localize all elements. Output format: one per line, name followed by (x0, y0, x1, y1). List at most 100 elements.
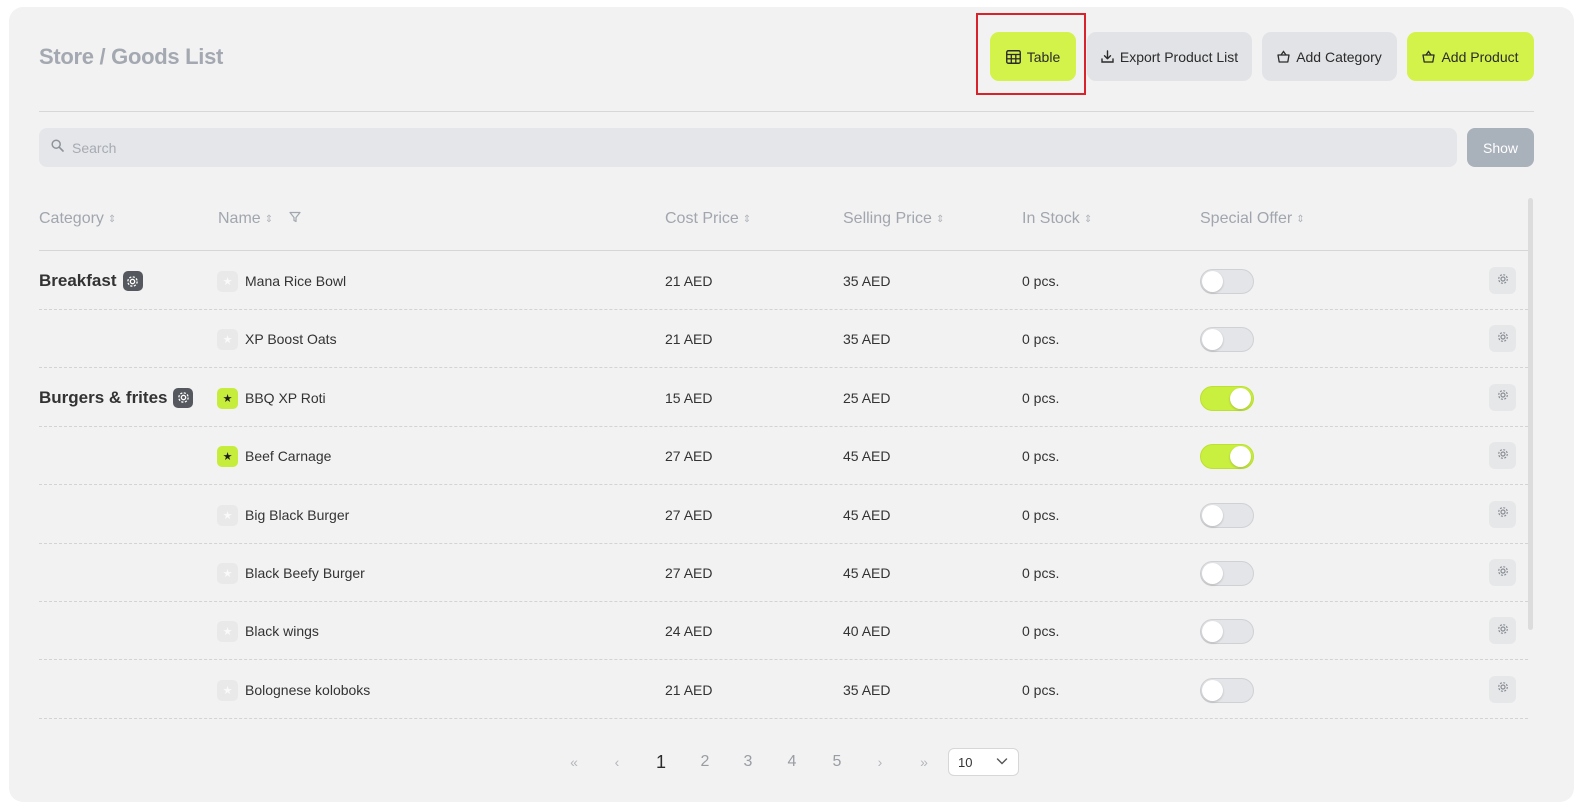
table-row[interactable]: Breakfast ★ Mana Rice Bowl 21 AED 35 AED 0 pc… (39, 252, 1528, 310)
special-offer-toggle[interactable] (1200, 677, 1254, 703)
export-product-list-button[interactable]: Export Product List (1087, 32, 1252, 81)
first-page-button[interactable]: « (559, 749, 589, 775)
search-bar[interactable] (39, 128, 1457, 167)
table-row[interactable]: Burgers & frites ★ BBQ XP Roti 15 AED 25 AED… (39, 369, 1528, 427)
column-header-special-offer[interactable]: Special Offer ⇕ (1200, 210, 1305, 228)
star-icon[interactable]: ★ (217, 621, 238, 643)
column-label: Category (39, 210, 104, 227)
star-icon[interactable]: ★ (217, 679, 238, 701)
star-icon[interactable]: ★ (217, 563, 238, 584)
sort-icon: ⇕ (742, 213, 752, 225)
in-stock: 0 pcs. (1022, 506, 1060, 523)
product-settings-button[interactable] (1489, 559, 1516, 586)
product-settings-button[interactable] (1489, 442, 1516, 470)
page-1-button[interactable]: 1 (646, 749, 676, 775)
toggle-knob (1202, 504, 1223, 526)
filter-icon[interactable] (289, 210, 301, 228)
add-category-label: Add Category (1296, 48, 1382, 65)
next-page-button[interactable]: › (865, 749, 895, 775)
special-offer-toggle[interactable] (1200, 502, 1254, 528)
per-page-select[interactable]: 10 (948, 748, 1019, 776)
product-settings-button[interactable] (1489, 617, 1516, 645)
selling-price: 45 AED (843, 565, 891, 581)
in-stock: 0 pcs. (1022, 623, 1060, 640)
special-offer-toggle[interactable] (1200, 619, 1254, 645)
product-name[interactable]: Big Black Burger (245, 486, 349, 544)
selling-price: 45 AED (843, 506, 891, 523)
product-name[interactable]: XP Boost Oats (245, 310, 337, 368)
special-offer-toggle[interactable] (1200, 269, 1254, 294)
toggle-knob (1202, 621, 1223, 643)
table-row[interactable]: ★ Bolognese koloboks 21 AED 35 AED 0 pcs. (39, 661, 1528, 719)
column-header-cost-price[interactable]: Cost Price ⇕ (665, 210, 751, 228)
cost-price: 27 AED (665, 506, 713, 523)
cost-price: 15 AED (665, 389, 713, 406)
scrollbar[interactable] (1528, 198, 1533, 630)
in-stock: 0 pcs. (1022, 331, 1060, 348)
product-name[interactable]: BBQ XP Roti (245, 369, 326, 427)
product-name[interactable]: Bolognese koloboks (245, 661, 370, 719)
table-row[interactable]: ★ Black Beefy Burger 27 AED 45 AED 0 pcs. (39, 544, 1528, 602)
sort-icon: ⇕ (264, 213, 274, 225)
add-category-button[interactable]: Add Category (1262, 32, 1397, 81)
page-2-button[interactable]: 2 (690, 749, 720, 775)
sort-icon: ⇕ (107, 213, 117, 225)
column-label: Cost Price (665, 210, 739, 227)
product-settings-button[interactable] (1489, 383, 1516, 411)
product-settings-button[interactable] (1489, 267, 1516, 294)
page-5-button[interactable]: 5 (822, 749, 852, 775)
category-name: Breakfast (39, 271, 117, 290)
star-icon[interactable]: ★ (217, 329, 238, 351)
selling-price: 25 AED (843, 389, 891, 406)
special-offer-toggle[interactable] (1200, 385, 1254, 411)
column-header-in-stock[interactable]: In Stock ⇕ (1022, 210, 1092, 228)
table-row[interactable]: ★ XP Boost Oats 21 AED 35 AED 0 pcs. (39, 310, 1528, 369)
product-name[interactable]: Mana Rice Bowl (245, 252, 346, 310)
special-offer-toggle[interactable] (1200, 327, 1254, 353)
export-button-label: Export Product List (1119, 48, 1239, 65)
prev-page-button[interactable]: ‹ (602, 749, 632, 775)
page-3-button[interactable]: 3 (733, 749, 763, 775)
product-settings-button[interactable] (1489, 500, 1516, 528)
table-header-divider (39, 250, 1528, 251)
table-row[interactable]: ★ Black wings 24 AED 40 AED 0 pcs. (39, 602, 1528, 661)
download-icon (1101, 50, 1114, 63)
column-header-category[interactable]: Category ⇕ (39, 210, 116, 228)
star-icon[interactable]: ★ (217, 387, 238, 409)
selling-price: 40 AED (843, 623, 891, 640)
product-settings-button[interactable] (1489, 675, 1516, 703)
table-row[interactable]: ★ Big Black Burger 27 AED 45 AED 0 pcs. (39, 486, 1528, 544)
star-icon[interactable]: ★ (217, 446, 238, 468)
in-stock: 0 pcs. (1022, 273, 1060, 289)
product-name[interactable]: Black Beefy Burger (245, 544, 365, 602)
page-4-button[interactable]: 4 (777, 749, 807, 775)
gear-icon (1497, 447, 1509, 465)
column-header-selling-price[interactable]: Selling Price ⇕ (843, 210, 944, 228)
category-settings-icon[interactable] (122, 271, 143, 291)
column-header-name[interactable]: Name ⇕ (218, 210, 301, 228)
cost-price: 21 AED (665, 681, 713, 698)
search-icon (51, 138, 64, 157)
add-product-button[interactable]: Add Product (1407, 32, 1534, 81)
product-name[interactable]: Beef Carnage (245, 427, 331, 485)
toggle-knob (1230, 446, 1251, 468)
per-page-value: 10 (958, 754, 973, 770)
page-title: Store / Goods List (39, 44, 224, 69)
product-name[interactable]: Black wings (245, 602, 319, 660)
special-offer-toggle[interactable] (1200, 561, 1254, 586)
header-divider (39, 111, 1534, 112)
category-settings-icon[interactable] (173, 387, 194, 408)
in-stock: 0 pcs. (1022, 448, 1060, 465)
show-button[interactable]: Show (1467, 128, 1534, 167)
star-icon[interactable]: ★ (217, 504, 238, 526)
product-settings-button[interactable] (1489, 325, 1516, 353)
last-page-button[interactable]: » (909, 749, 939, 775)
search-input[interactable] (72, 139, 1372, 156)
star-icon[interactable]: ★ (217, 271, 238, 292)
toggle-knob (1202, 329, 1223, 351)
special-offer-toggle[interactable] (1200, 444, 1254, 470)
in-stock: 0 pcs. (1022, 565, 1060, 581)
table-row[interactable]: ★ Beef Carnage 27 AED 45 AED 0 pcs. (39, 427, 1528, 486)
gear-icon (1497, 505, 1509, 523)
in-stock: 0 pcs. (1022, 389, 1060, 406)
